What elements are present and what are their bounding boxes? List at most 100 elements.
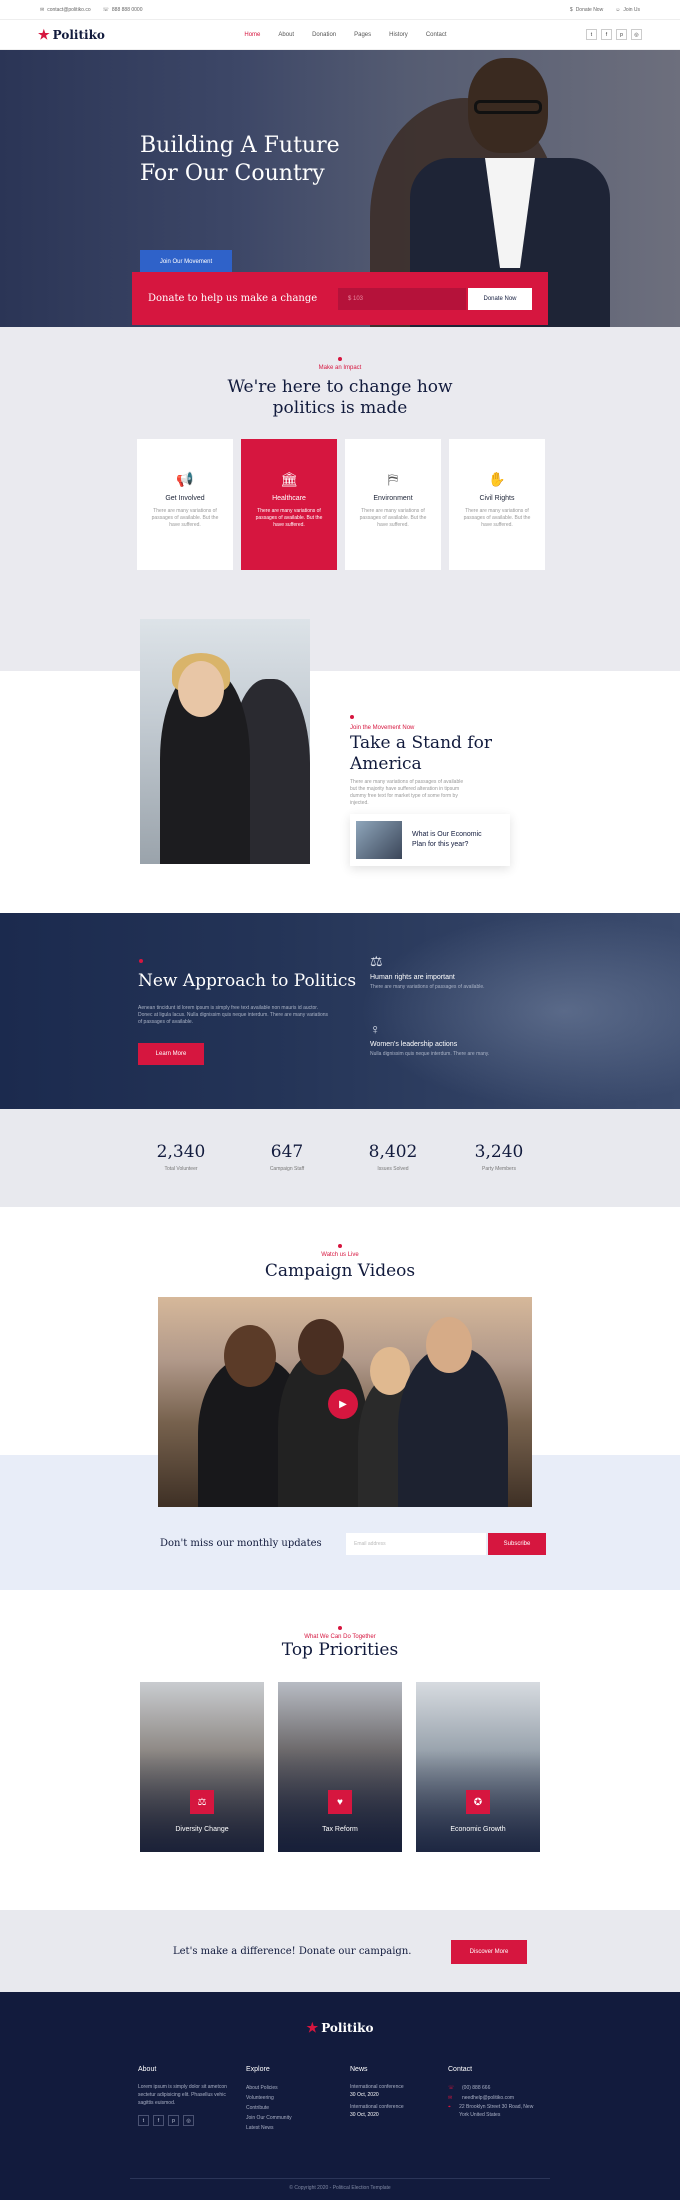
donate-amount-input[interactable]: $ 103 — [338, 287, 466, 310]
card-get-involved[interactable]: 📢 Get Involved There are many variations… — [137, 439, 233, 570]
nav-item-donation[interactable]: Donation — [312, 32, 336, 38]
nav-item-about[interactable]: About — [278, 32, 294, 38]
hands-icon: ✋ — [488, 471, 506, 487]
impact-cards: 📢 Get Involved There are many variations… — [137, 439, 545, 570]
card-healthcare[interactable]: 🏛 Healthcare There are many variations o… — [241, 439, 337, 570]
nav-social: t f p ◎ — [585, 29, 642, 40]
play-icon[interactable]: ▶ — [328, 1389, 358, 1419]
videos-kicker: Watch us Live — [321, 1252, 359, 1258]
dot-icon — [338, 1626, 342, 1630]
twitter-icon[interactable]: t — [585, 29, 597, 40]
priority-tax-reform[interactable]: ♥ Tax Reform — [278, 1682, 402, 1852]
phone-link[interactable]: ☏ 888 888 0000 — [103, 7, 143, 13]
newsletter-title: Don't miss our monthly updates — [160, 1538, 322, 1549]
star-icon: ★ — [306, 2020, 319, 2035]
stand-kicker: Join the Movement Now — [350, 725, 415, 731]
priority-diversity-change[interactable]: ⚖ Diversity Change — [140, 1682, 264, 1852]
email-input[interactable]: Email address — [346, 1533, 486, 1555]
star-icon: ★ — [38, 26, 50, 42]
cta-text: Let's make a difference! Donate our camp… — [173, 1946, 412, 1957]
dot-icon — [350, 715, 354, 719]
cta-section: Let's make a difference! Donate our camp… — [0, 1910, 680, 1992]
card-civil-rights[interactable]: ✋ Civil Rights There are many variations… — [449, 439, 545, 570]
footer: ★ Politiko About Lorem ipsum is simply do… — [0, 1992, 680, 2200]
medal-icon: ✪ — [466, 1790, 490, 1814]
mail-icon: ✉ — [40, 6, 45, 13]
priorities-section: What We Can Do Together Top Priorities ⚖… — [0, 1590, 680, 1910]
dot-icon — [139, 959, 143, 963]
stats-section: 2,340 Total Volunteer 647 Campaign Staff 8… — [0, 1109, 680, 1207]
pinterest-icon[interactable]: p — [615, 29, 627, 40]
nav-item-contact[interactable]: Contact — [426, 32, 447, 38]
stand-text: There are many variations of passages of… — [350, 779, 464, 806]
top-join-link[interactable]: ☺ Join Us — [615, 7, 640, 13]
mail-icon: ✉ — [448, 2095, 453, 2101]
join-movement-button[interactable]: Join Our Movement — [140, 250, 232, 274]
approach-section: New Approach to Politics Aenean tincidun… — [0, 913, 680, 1109]
logo[interactable]: ★ Politiko — [38, 27, 105, 43]
footer-link[interactable]: Latest News — [246, 2123, 326, 2133]
donate-now-button[interactable]: Donate Now — [468, 287, 532, 310]
economic-plan-thumbnail — [356, 821, 402, 859]
news-item[interactable]: International conference 30 Oct, 2020 — [350, 2103, 430, 2119]
woman-icon: ♀ — [370, 1021, 381, 1037]
news-item[interactable]: International conference 30 Oct, 2020 — [350, 2083, 430, 2099]
nav-menu: Home About Donation Pages History Contac… — [244, 32, 446, 38]
economic-plan-title: What is Our Economic Plan for this year? — [412, 831, 482, 848]
campaign-video[interactable]: ▶ — [158, 1297, 532, 1507]
footer-link[interactable]: Join Our Community — [246, 2113, 326, 2123]
signpost-icon: ⛿ — [387, 471, 399, 487]
page: ✉ contact@politiko.co ☏ 888 888 0000 $ Dona… — [0, 0, 680, 2203]
email-link[interactable]: ✉ contact@politiko.co — [40, 7, 91, 13]
stand-section: Join the Movement Now Take a Stand for Am… — [0, 619, 680, 913]
copyright: © Copyright 2020 - Political Election Te… — [130, 2178, 550, 2191]
main-nav: ★ Politiko Home About Donation Pages Hist… — [0, 20, 680, 50]
approach-text: Aenean tincidunt id lorem ipsum is simpl… — [138, 1005, 329, 1025]
stat-issues: 8,402 Issues Solved — [368, 1142, 418, 1172]
facebook-icon[interactable]: f — [153, 2115, 164, 2126]
nav-item-pages[interactable]: Pages — [354, 32, 371, 38]
megaphone-icon: 📢 — [176, 471, 194, 487]
dot-icon — [338, 1244, 342, 1248]
top-donate-link[interactable]: $ Donate Now — [570, 7, 603, 13]
phone-icon: ☏ — [102, 6, 109, 13]
videos-section: Watch us Live Campaign Videos ▶ — [0, 1207, 680, 1507]
footer-news: News International conference 30 Oct, 202… — [350, 2065, 430, 2119]
balance-icon: ⚖ — [190, 1790, 214, 1814]
donate-text: Donate to help us make a change — [148, 293, 318, 304]
approach-title: New Approach to Politics — [138, 971, 357, 991]
twitter-icon[interactable]: t — [138, 2115, 149, 2126]
instagram-icon[interactable]: ◎ — [630, 29, 642, 40]
footer-link[interactable]: Contribute — [246, 2103, 326, 2113]
footer-link[interactable]: Volunteering — [246, 2093, 326, 2103]
footer-link[interactable]: About Policies — [246, 2083, 326, 2093]
impact-kicker: Make an Impact — [318, 365, 362, 371]
impact-section: Make an Impact We're here to change how p… — [0, 327, 680, 671]
stat-volunteers: 2,340 Total Volunteer — [156, 1142, 206, 1172]
user-icon: ☺ — [615, 6, 621, 13]
donate-bar: Donate to help us make a change $ 103 Do… — [132, 272, 548, 325]
pinterest-icon[interactable]: p — [168, 2115, 179, 2126]
subscribe-button[interactable]: Subscribe — [488, 1533, 546, 1555]
nav-item-history[interactable]: History — [389, 32, 408, 38]
stat-members: 3,240 Party Members — [474, 1142, 524, 1172]
scales-icon: ⚖ — [370, 953, 383, 969]
facebook-icon[interactable]: f — [600, 29, 612, 40]
learn-more-button[interactable]: Learn More — [138, 1043, 204, 1065]
instagram-icon[interactable]: ◎ — [183, 2115, 194, 2126]
economic-plan-card[interactable]: What is Our Economic Plan for this year? — [350, 814, 510, 866]
footer-explore: Explore About Policies Volunteering Cont… — [246, 2065, 326, 2133]
dollar-icon: $ — [569, 6, 573, 13]
hand-heart-icon: ♥ — [328, 1790, 352, 1814]
priority-economic-growth[interactable]: ✪ Economic Growth — [416, 1682, 540, 1852]
location-icon: ⌖ — [448, 2104, 451, 2110]
nav-item-home[interactable]: Home — [244, 32, 260, 38]
priority-cards: ⚖ Diversity Change ♥ Tax Reform ✪ Econom… — [140, 1682, 540, 1852]
stat-staff: 647 Campaign Staff — [269, 1142, 305, 1172]
building-icon: 🏛 — [280, 471, 298, 487]
discover-more-button[interactable]: Discover More — [451, 1940, 527, 1964]
footer-logo[interactable]: ★ Politiko — [307, 2020, 374, 2036]
stand-title: Take a Stand for America — [350, 733, 492, 774]
phone-icon: ☏ — [448, 2085, 455, 2091]
card-environment[interactable]: ⛿ Environment There are many variations … — [345, 439, 441, 570]
